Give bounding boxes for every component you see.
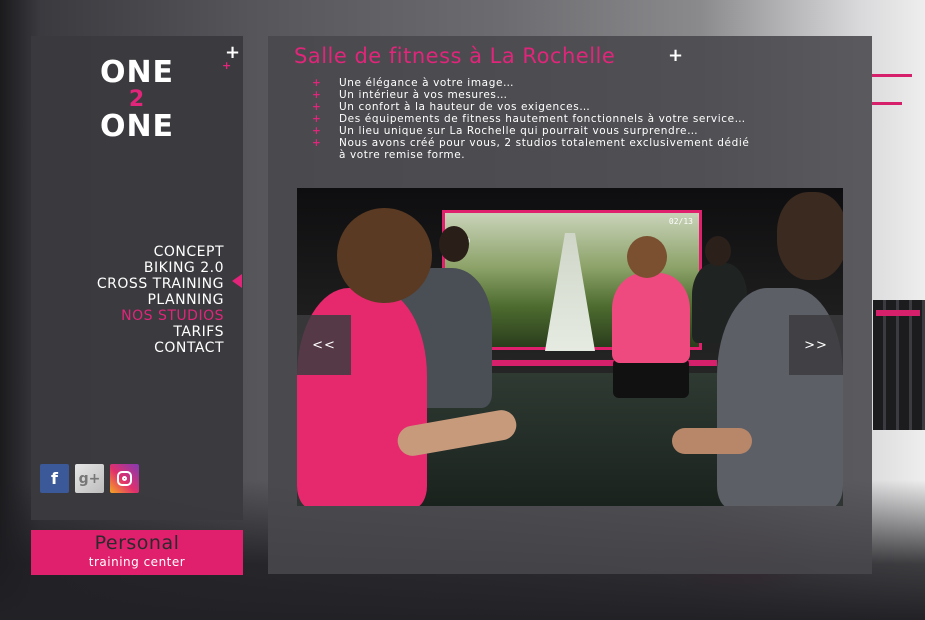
description-item: Une élégance à votre image… (312, 77, 822, 89)
background-accent-stripe (872, 74, 912, 77)
content-panel: Salle de fitness à La Rochelle + Une élé… (268, 36, 872, 574)
description-item: Un intérieur à vos mesures… (312, 89, 822, 101)
nav-item-concept[interactable]: CONCEPT (97, 244, 224, 260)
description-item: à votre remise forme. (339, 149, 466, 161)
description-list: Une élégance à votre image… Un intérieur… (312, 77, 822, 161)
nav-item-contact[interactable]: CONTACT (97, 340, 224, 356)
slider-next-button[interactable]: >> (789, 315, 843, 375)
background-weight-rack (873, 300, 925, 430)
description-item: Un lieu unique sur La Rochelle qui pourr… (312, 125, 822, 137)
banner-title: Personal (94, 532, 180, 554)
main-nav: CONCEPT BIKING 2.0 CROSS TRAINING PLANNI… (97, 244, 224, 356)
description-item: Un confort à la hauteur de vos exigences… (312, 101, 822, 113)
plus-icon: + (668, 45, 684, 66)
instagram-icon[interactable] (110, 464, 139, 493)
active-nav-arrow-icon (232, 274, 242, 288)
banner-subtitle: training center (88, 555, 186, 569)
nav-item-cross-training[interactable]: CROSS TRAINING (97, 276, 224, 292)
page-title: Salle de fitness à La Rochelle (294, 44, 616, 68)
image-slider[interactable]: 02/13 0-130 << >> (297, 188, 843, 506)
facebook-icon[interactable]: f (40, 464, 69, 493)
nav-item-biking[interactable]: BIKING 2.0 (97, 260, 224, 276)
google-plus-icon[interactable]: g+ (75, 464, 104, 493)
nav-item-nos-studios[interactable]: NOS STUDIOS (97, 308, 224, 324)
nav-item-planning[interactable]: PLANNING (97, 292, 224, 308)
sidebar: + + ONE 2 ONE CONCEPT BIKING 2.0 CROSS T… (31, 36, 243, 520)
nav-item-tarifs[interactable]: TARIFS (97, 324, 224, 340)
description-item: Nous avons créé pour vous, 2 studios tot… (312, 137, 822, 149)
screen-hud: 02/13 (668, 217, 693, 226)
logo-line-3: ONE (99, 109, 175, 144)
personal-training-banner[interactable]: Personal training center (31, 530, 243, 575)
slider-photo-biking-studio: 02/13 0-130 (297, 188, 843, 506)
social-links: f g+ (40, 464, 139, 493)
background-accent-stripe (872, 102, 902, 105)
logo[interactable]: ONE 2 ONE (31, 58, 243, 142)
slider-prev-button[interactable]: << (297, 315, 351, 375)
description-item: Des équipements de fitness hautement fon… (312, 113, 822, 125)
logo-line-1: ONE (99, 55, 175, 90)
background-accent-stripe (876, 310, 920, 316)
